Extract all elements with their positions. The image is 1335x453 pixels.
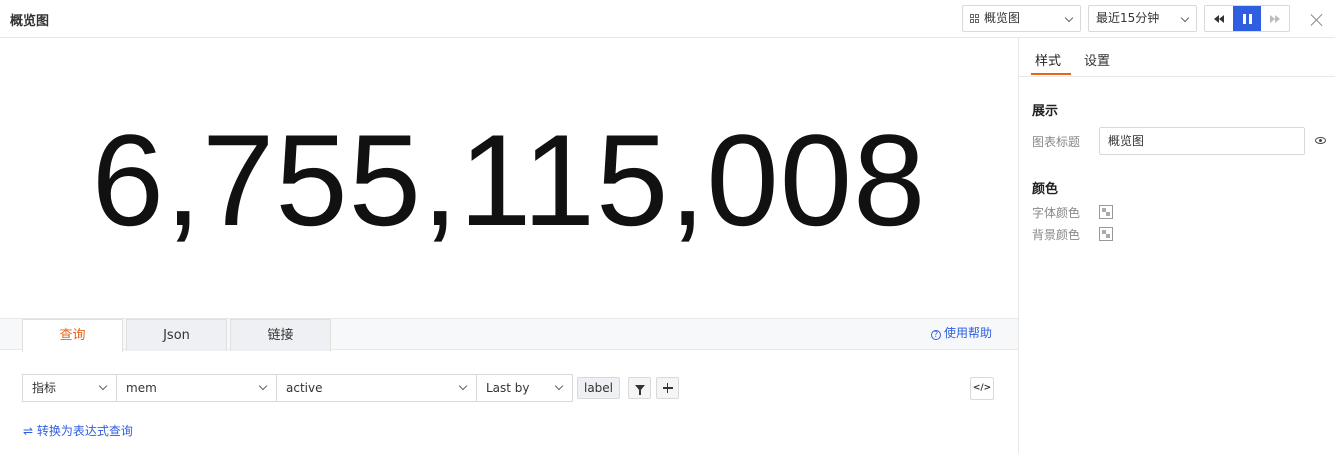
metric-type-value: 指标	[32, 381, 57, 395]
code-toggle-button[interactable]: </>	[970, 377, 994, 400]
aggregation-select[interactable]: Last by	[476, 374, 573, 402]
overview-value: 6,755,115,008	[91, 107, 927, 253]
code-icon: </>	[972, 383, 992, 393]
tab-link[interactable]: 链接	[230, 319, 331, 351]
divider	[1019, 76, 1335, 77]
page-title: 概览图	[10, 14, 50, 29]
tab-query[interactable]: 查询	[22, 319, 123, 352]
pause-icon	[1242, 13, 1246, 24]
aggregation-value: Last by	[486, 381, 530, 395]
bg-color-label: 背景颜色	[1032, 228, 1081, 242]
query-tabbar: 查询 Json 链接 ? 使用帮助	[0, 318, 1018, 352]
chevron-down-icon	[98, 381, 108, 391]
color-section-heading: 颜色	[1032, 182, 1059, 197]
help-link[interactable]: ? 使用帮助	[931, 324, 992, 341]
close-icon[interactable]	[1310, 13, 1324, 27]
chevron-down-icon	[458, 381, 468, 391]
font-color-label: 字体颜色	[1032, 206, 1081, 220]
question-icon: ?	[931, 330, 941, 340]
display-section-heading: 展示	[1032, 104, 1059, 119]
metric-select[interactable]: mem	[116, 374, 277, 402]
chevron-down-icon	[258, 381, 268, 391]
tab-settings[interactable]: 设置	[1084, 50, 1110, 69]
plus-icon	[662, 383, 673, 393]
visualization-type-select[interactable]: 概览图	[962, 5, 1081, 32]
fast-forward-button[interactable]	[1261, 6, 1289, 31]
field-select[interactable]: active	[276, 374, 477, 402]
metric-type-select[interactable]: 指标	[22, 374, 117, 402]
tab-style[interactable]: 样式	[1035, 50, 1061, 69]
chart-title-input[interactable]: 概览图	[1099, 127, 1305, 155]
chevron-down-icon	[1180, 13, 1190, 23]
grid-icon	[970, 14, 979, 23]
chart-title-label: 图表标题	[1032, 135, 1081, 149]
group-tag[interactable]: label	[577, 377, 620, 399]
filter-button[interactable]	[628, 377, 651, 399]
field-value: active	[286, 381, 323, 395]
pause-button[interactable]	[1233, 6, 1261, 31]
bg-color-picker[interactable]	[1099, 227, 1113, 241]
time-range-value: 最近15分钟	[1096, 11, 1160, 25]
tab-json[interactable]: Json	[126, 319, 227, 351]
playback-controls	[1204, 5, 1290, 32]
add-button[interactable]	[656, 377, 679, 399]
eye-icon[interactable]	[1315, 137, 1326, 144]
metric-value: mem	[126, 381, 157, 395]
top-bar: 概览图 概览图 最近15分钟	[0, 0, 1335, 38]
convert-to-expression-link[interactable]: ⇌ 转换为表达式查询	[23, 422, 133, 439]
settings-panel: 样式 设置 展示 图表标题 概览图 颜色 字体颜色 背景颜色	[1018, 38, 1335, 453]
time-range-select[interactable]: 最近15分钟	[1088, 5, 1197, 32]
chevron-down-icon	[554, 381, 564, 391]
chevron-down-icon	[1064, 13, 1074, 23]
swap-icon: ⇌	[23, 424, 37, 438]
help-link-label: 使用帮助	[944, 326, 993, 340]
font-color-picker[interactable]	[1099, 205, 1113, 219]
visualization-type-value: 概览图	[984, 11, 1021, 25]
filter-icon	[634, 385, 645, 395]
rewind-button[interactable]	[1205, 6, 1233, 31]
active-tab-indicator	[1031, 73, 1071, 75]
convert-link-label: 转换为表达式查询	[36, 424, 133, 438]
